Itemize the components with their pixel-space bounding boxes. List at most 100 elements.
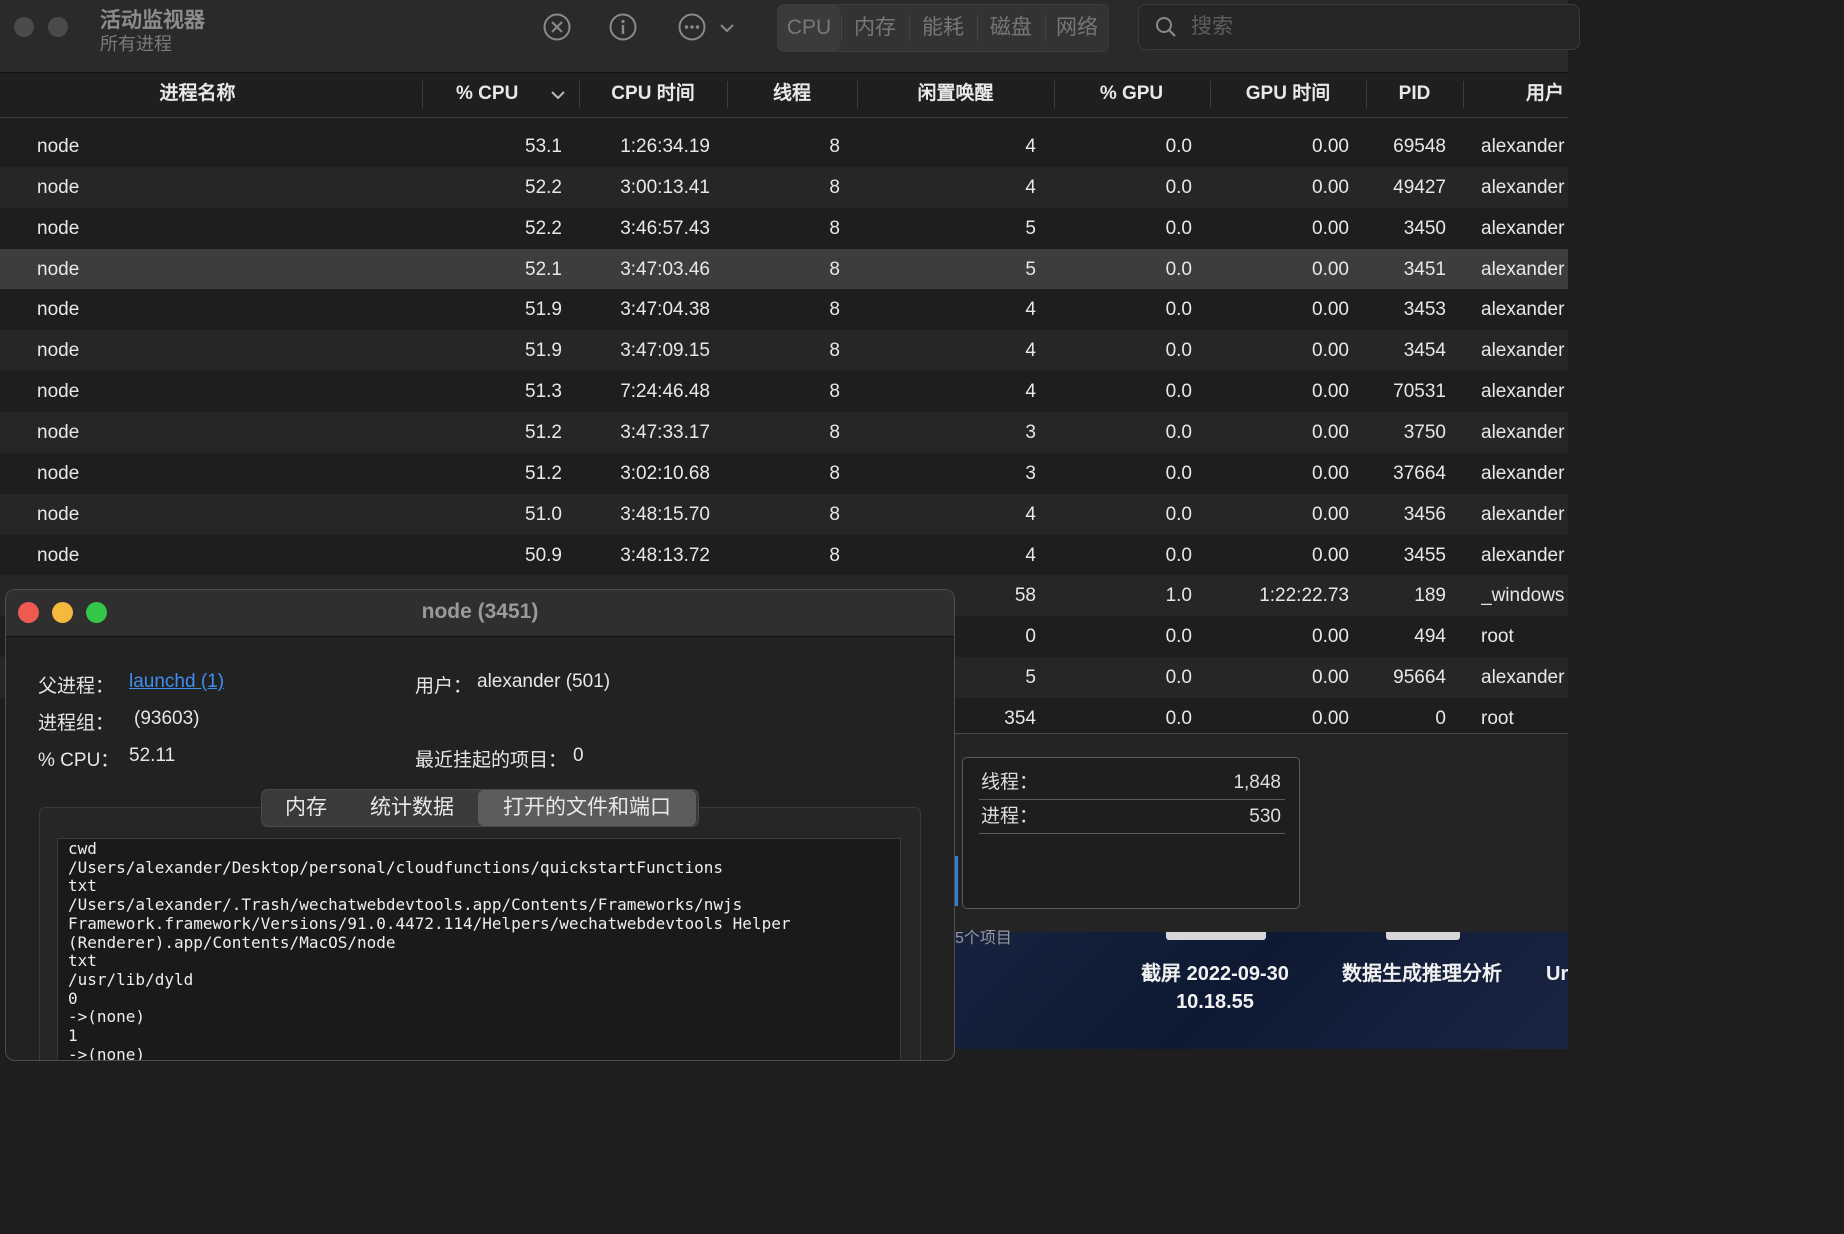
column-header-cpu[interactable]: % CPU <box>456 73 536 117</box>
cell-gpu-time: 0.00 <box>1312 340 1349 362</box>
cell-gpu-time: 1:22:22.73 <box>1259 585 1349 607</box>
cell-user: alexander <box>1481 340 1565 362</box>
table-row[interactable]: node 51.9 3:47:09.15 8 4 0.0 0.00 3454 alexander <box>0 330 1568 372</box>
file-thumbnail[interactable] <box>1386 932 1460 940</box>
toolbar: 活动监视器 所有进程 CPU 内存 能耗 磁盘 网络 <box>0 0 1580 73</box>
cell-user: root <box>1481 626 1514 648</box>
info-window-titlebar[interactable]: node (3451) <box>6 590 954 637</box>
info-icon[interactable] <box>609 13 637 41</box>
summary-threads: 线程： 1,848 <box>979 766 1285 800</box>
recent-hangs-label: 最近挂起的项目： <box>415 750 568 771</box>
table-row[interactable]: node 53.1 1:26:34.19 8 4 0.0 0.00 69548 alexande… <box>0 126 1568 167</box>
cell-threads: 8 <box>829 258 840 280</box>
cell-threads: 8 <box>829 299 840 321</box>
cell-process-name: node <box>37 421 80 443</box>
cell-gpu-percent: 0.0 <box>1165 421 1192 443</box>
cell-pid: 3454 <box>1403 340 1446 362</box>
cell-idle-wake-ups: 4 <box>1025 340 1036 362</box>
cell-pid: 3450 <box>1403 217 1446 239</box>
cell-gpu-time: 0.00 <box>1312 667 1349 689</box>
table-row[interactable]: node 51.9 3:47:04.38 8 4 0.0 0.00 3453 alexander <box>0 289 1568 331</box>
table-row[interactable]: node 52.2 3:00:13.41 8 4 0.0 0.00 49427 alexande… <box>0 166 1568 208</box>
file-line: txt <box>68 951 97 971</box>
column-header-process-name[interactable]: 进程名称 <box>0 73 395 117</box>
tab-disk[interactable]: 磁盘 <box>978 5 1044 51</box>
cell-cpu-percent: 51.3 <box>525 381 562 403</box>
parent-process-link[interactable]: launchd (1) <box>129 671 224 693</box>
cell-process-name: node <box>37 136 80 157</box>
column-header-pid[interactable]: PID <box>1367 73 1462 117</box>
cell-threads: 8 <box>829 503 840 525</box>
tab-memory[interactable]: 内存 <box>266 790 346 826</box>
table-row[interactable]: node 52.2 3:46:57.43 8 5 0.0 0.00 3450 alexander <box>0 207 1568 249</box>
more-icon[interactable] <box>678 13 706 41</box>
desktop-file-partial[interactable]: Ur <box>1546 960 1586 988</box>
app-subtitle[interactable]: 所有进程 <box>100 30 172 56</box>
cell-pid: 3453 <box>1403 299 1446 321</box>
minimize-window-button[interactable] <box>48 17 68 37</box>
search-field[interactable] <box>1138 4 1580 50</box>
summary-box: 线程： 1,848 进程： 530 <box>962 757 1300 909</box>
file-line: /Users/alexander/Desktop/personal/cloudf… <box>68 857 724 877</box>
search-icon <box>1156 17 1176 37</box>
tab-statistics[interactable]: 统计数据 <box>352 790 472 826</box>
desktop-file-analysis[interactable]: 数据生成推理分析 <box>1330 960 1514 988</box>
cell-cpu-time: 3:02:10.68 <box>620 462 710 484</box>
column-header-cpu-time[interactable]: CPU 时间 <box>580 73 726 117</box>
tab-cpu[interactable]: CPU <box>778 5 840 51</box>
tab-open-files-ports[interactable]: 打开的文件和端口 <box>478 790 696 826</box>
cell-cpu-percent: 51.2 <box>525 421 562 443</box>
sort-descending-icon[interactable] <box>550 89 566 101</box>
cell-gpu-percent: 1.0 <box>1165 585 1192 607</box>
cell-user: alexander <box>1481 421 1565 443</box>
cell-pid: 37664 <box>1393 462 1446 484</box>
tab-energy[interactable]: 能耗 <box>910 5 976 51</box>
close-window-button[interactable] <box>14 17 34 37</box>
cell-process-name: node <box>37 299 80 321</box>
cell-gpu-time: 0.00 <box>1312 217 1349 239</box>
chevron-down-icon[interactable] <box>716 13 738 41</box>
search-input[interactable] <box>1189 11 1553 43</box>
cell-user: alexander <box>1481 667 1565 689</box>
cell-user: _windows <box>1481 585 1565 607</box>
table-row[interactable]: node 51.0 3:48:15.70 8 4 0.0 0.00 3456 alexander <box>0 493 1568 535</box>
file-line: /Users/alexander/.Trash/wechatwebdevtool… <box>68 895 743 915</box>
cell-gpu-time: 0.00 <box>1312 462 1349 484</box>
desktop-file-screenshot[interactable]: 截屏 2022-09-30 10.18.55 <box>1115 960 1315 1016</box>
cell-cpu-time: 3:48:13.72 <box>620 544 710 566</box>
cell-threads: 8 <box>829 462 840 484</box>
column-header-gpu[interactable]: % GPU <box>1055 73 1208 117</box>
file-line: txt <box>68 876 97 896</box>
cell-pid: 69548 <box>1393 136 1446 157</box>
column-header-user[interactable]: 用户 <box>1464 73 1564 117</box>
file-thumbnail[interactable] <box>1166 932 1266 940</box>
column-header-idle-wake-ups[interactable]: 闲置唤醒 <box>858 73 1053 117</box>
table-row[interactable]: node 51.3 7:24:46.48 8 4 0.0 0.00 70531 alexande… <box>0 371 1568 413</box>
cell-gpu-time: 0.00 <box>1312 503 1349 525</box>
tab-network[interactable]: 网络 <box>1046 5 1108 51</box>
table-row[interactable]: node 50.9 3:48:13.72 8 4 0.0 0.00 3455 alexander <box>0 534 1568 576</box>
column-header-gpu-time[interactable]: GPU 时间 <box>1211 73 1365 117</box>
cell-pid: 3750 <box>1403 421 1446 443</box>
cell-cpu-percent: 52.2 <box>525 217 562 239</box>
stop-icon[interactable] <box>543 13 571 41</box>
table-row[interactable]: node 51.2 3:02:10.68 8 3 0.0 0.00 37664 alexande… <box>0 452 1568 494</box>
cell-user: alexander <box>1481 217 1565 239</box>
table-row[interactable]: node 52.1 3:47:03.46 8 5 0.0 0.00 3451 alexander <box>0 248 1568 290</box>
open-files-text-area[interactable]: cwd /Users/alexander/Desktop/personal/cl… <box>57 838 901 1060</box>
cell-cpu-percent: 52.2 <box>525 176 562 198</box>
cell-idle-wake-ups: 4 <box>1025 503 1036 525</box>
tab-memory[interactable]: 内存 <box>842 5 908 51</box>
info-window-title: node (3451) <box>421 600 539 623</box>
cell-process-name: node <box>37 503 80 525</box>
cell-threads: 8 <box>829 544 840 566</box>
table-row[interactable]: node 51.2 3:47:33.17 8 3 0.0 0.00 3750 alexander <box>0 411 1568 453</box>
cell-cpu-percent: 52.1 <box>525 258 562 280</box>
finder-item-count: 5个项目 <box>955 930 1012 947</box>
cell-gpu-percent: 0.0 <box>1165 299 1192 321</box>
column-header-threads[interactable]: 线程 <box>728 73 856 117</box>
cell-user: alexander <box>1481 258 1565 280</box>
cell-gpu-time: 0.00 <box>1312 381 1349 403</box>
cell-cpu-percent: 51.9 <box>525 340 562 362</box>
file-line: /usr/lib/dyld <box>68 969 194 989</box>
